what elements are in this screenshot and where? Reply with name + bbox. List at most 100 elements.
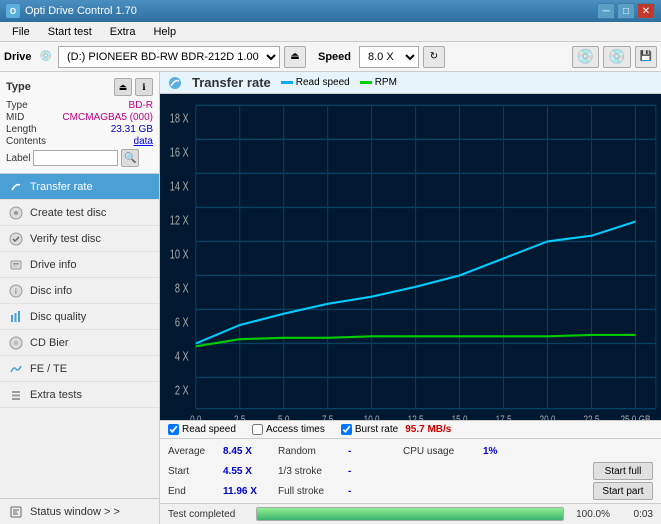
svg-text:16 X: 16 X bbox=[170, 146, 189, 160]
chart-header: Transfer rate Read speed RPM bbox=[160, 72, 661, 94]
access-times-checkbox[interactable] bbox=[252, 424, 263, 435]
chart-icon bbox=[168, 76, 182, 90]
title-bar-controls: ─ □ ✕ bbox=[597, 3, 655, 19]
disc-quality-icon bbox=[8, 309, 24, 325]
nav-disc-info-label: Disc info bbox=[30, 285, 72, 297]
disc-type-row: Type BD-R bbox=[6, 100, 153, 111]
burst-rate-control-label: Burst rate bbox=[355, 424, 398, 435]
nav-verify-test-disc-label: Verify test disc bbox=[30, 233, 101, 245]
nav-transfer-rate[interactable]: Transfer rate bbox=[0, 174, 159, 200]
nav-fe-te-label: FE / TE bbox=[30, 363, 67, 375]
app-icon: O bbox=[6, 4, 20, 18]
svg-text:15.0: 15.0 bbox=[452, 414, 468, 420]
speed-select[interactable]: 8.0 X MAX 4.0 X bbox=[359, 46, 419, 68]
menu-bar: File Start test Extra Help bbox=[0, 22, 661, 42]
nav-fe-te[interactable]: FE / TE bbox=[0, 356, 159, 382]
svg-text:i: i bbox=[15, 287, 17, 296]
read-speed-checkbox[interactable] bbox=[168, 424, 179, 435]
menu-extra[interactable]: Extra bbox=[102, 24, 144, 40]
status-window-label: Status window > > bbox=[30, 506, 120, 518]
progress-time: 0:03 bbox=[618, 509, 653, 520]
maximize-button[interactable]: □ bbox=[617, 3, 635, 19]
full-stroke-label: Full stroke bbox=[278, 486, 348, 497]
stats-area: Average 8.45 X Random - CPU usage 1% Sta… bbox=[160, 439, 661, 503]
disc-label-row: Label 🔍 bbox=[6, 149, 153, 167]
progress-bar-fill bbox=[257, 508, 563, 520]
progress-area: Test completed 100.0% 0:03 bbox=[160, 503, 661, 524]
start-part-button[interactable]: Start part bbox=[593, 482, 653, 500]
chart-controls: Read speed Access times Burst rate 95.7 … bbox=[160, 420, 661, 439]
progress-label: Test completed bbox=[168, 509, 248, 520]
svg-text:12.5: 12.5 bbox=[408, 414, 424, 420]
disc-label-label: Label bbox=[6, 153, 30, 164]
stats-start-row: Start 4.55 X 1/3 stroke - Start full bbox=[168, 461, 653, 481]
progress-bar-container bbox=[256, 507, 564, 521]
stats-average-row: Average 8.45 X Random - CPU usage 1% bbox=[168, 441, 653, 461]
svg-text:12 X: 12 X bbox=[170, 214, 189, 228]
sidebar: Type ⏏ ℹ Type BD-R MID CMCMAGBA5 (000) L… bbox=[0, 72, 160, 524]
disc-label-input[interactable] bbox=[33, 150, 118, 166]
disc-label-search-icon[interactable]: 🔍 bbox=[121, 149, 139, 167]
verify-test-disc-icon bbox=[8, 231, 24, 247]
menu-help[interactable]: Help bbox=[145, 24, 184, 40]
nav-disc-info[interactable]: i Disc info bbox=[0, 278, 159, 304]
drive-info-icon bbox=[8, 257, 24, 273]
svg-text:7.5: 7.5 bbox=[322, 414, 334, 420]
svg-text:18 X: 18 X bbox=[170, 112, 189, 126]
title-bar: O Opti Drive Control 1.70 ─ □ ✕ bbox=[0, 0, 661, 22]
end-value: 11.96 X bbox=[223, 486, 278, 497]
disc-button2[interactable]: 💿 bbox=[603, 46, 630, 68]
start-full-button[interactable]: Start full bbox=[593, 462, 653, 480]
nav-verify-test-disc[interactable]: Verify test disc bbox=[0, 226, 159, 252]
refresh-button[interactable]: ↻ bbox=[423, 46, 445, 68]
progress-percent: 100.0% bbox=[572, 509, 610, 520]
stroke-label: 1/3 stroke bbox=[278, 466, 348, 477]
nav-create-test-disc[interactable]: Create test disc bbox=[0, 200, 159, 226]
create-test-disc-icon bbox=[8, 205, 24, 221]
minimize-button[interactable]: ─ bbox=[597, 3, 615, 19]
disc-icons: ⏏ ℹ bbox=[114, 78, 153, 96]
disc-contents-row: Contents data bbox=[6, 136, 153, 147]
disc-info-icon: i bbox=[8, 283, 24, 299]
nav-disc-quality-label: Disc quality bbox=[30, 311, 86, 323]
nav-disc-quality[interactable]: Disc quality bbox=[0, 304, 159, 330]
nav-drive-info[interactable]: Drive info bbox=[0, 252, 159, 278]
eject-button[interactable]: ⏏ bbox=[284, 46, 306, 68]
drive-select[interactable]: (D:) PIONEER BD-RW BDR-212D 1.00 bbox=[58, 46, 280, 68]
svg-text:0.0: 0.0 bbox=[190, 414, 202, 420]
nav-transfer-rate-label: Transfer rate bbox=[30, 181, 93, 193]
content-area: Transfer rate Read speed RPM 18 X 16 X 1… bbox=[160, 72, 661, 524]
svg-text:14 X: 14 X bbox=[170, 180, 189, 194]
disc-icon-info[interactable]: ℹ bbox=[135, 78, 153, 96]
burst-rate-checkbox[interactable] bbox=[341, 424, 352, 435]
status-window-button[interactable]: Status window > > bbox=[0, 498, 159, 524]
svg-text:6 X: 6 X bbox=[175, 316, 189, 330]
read-speed-control: Read speed bbox=[168, 424, 236, 435]
menu-start-test[interactable]: Start test bbox=[40, 24, 100, 40]
read-speed-control-label: Read speed bbox=[182, 424, 236, 435]
save-button[interactable]: 💾 bbox=[635, 46, 657, 68]
nav-items: Transfer rate Create test disc Verify te… bbox=[0, 174, 159, 498]
close-button[interactable]: ✕ bbox=[637, 3, 655, 19]
random-value: - bbox=[348, 446, 403, 457]
disc-icon-eject[interactable]: ⏏ bbox=[114, 78, 132, 96]
average-value: 8.45 X bbox=[223, 446, 278, 457]
end-label: End bbox=[168, 486, 223, 497]
disc-contents-value[interactable]: data bbox=[134, 136, 153, 147]
nav-cd-bier-label: CD Bier bbox=[30, 337, 69, 349]
cpu-label: CPU usage bbox=[403, 446, 483, 457]
extra-tests-icon bbox=[8, 387, 24, 403]
legend-rpm-color bbox=[360, 81, 372, 84]
transfer-rate-chart: 18 X 16 X 14 X 12 X 10 X 8 X 6 X 4 X 2 X bbox=[160, 94, 661, 420]
svg-text:8 X: 8 X bbox=[175, 282, 189, 296]
disc-button1[interactable]: 💿 bbox=[572, 46, 599, 68]
svg-text:22.5: 22.5 bbox=[584, 414, 600, 420]
stroke-value: - bbox=[348, 466, 403, 477]
menu-file[interactable]: File bbox=[4, 24, 38, 40]
disc-type-label: Type bbox=[6, 100, 28, 111]
nav-cd-bier[interactable]: CD Bier bbox=[0, 330, 159, 356]
nav-extra-tests[interactable]: Extra tests bbox=[0, 382, 159, 408]
svg-text:5.0: 5.0 bbox=[278, 414, 290, 420]
access-times-control: Access times bbox=[252, 424, 325, 435]
burst-rate-value: 95.7 MB/s bbox=[405, 424, 451, 435]
